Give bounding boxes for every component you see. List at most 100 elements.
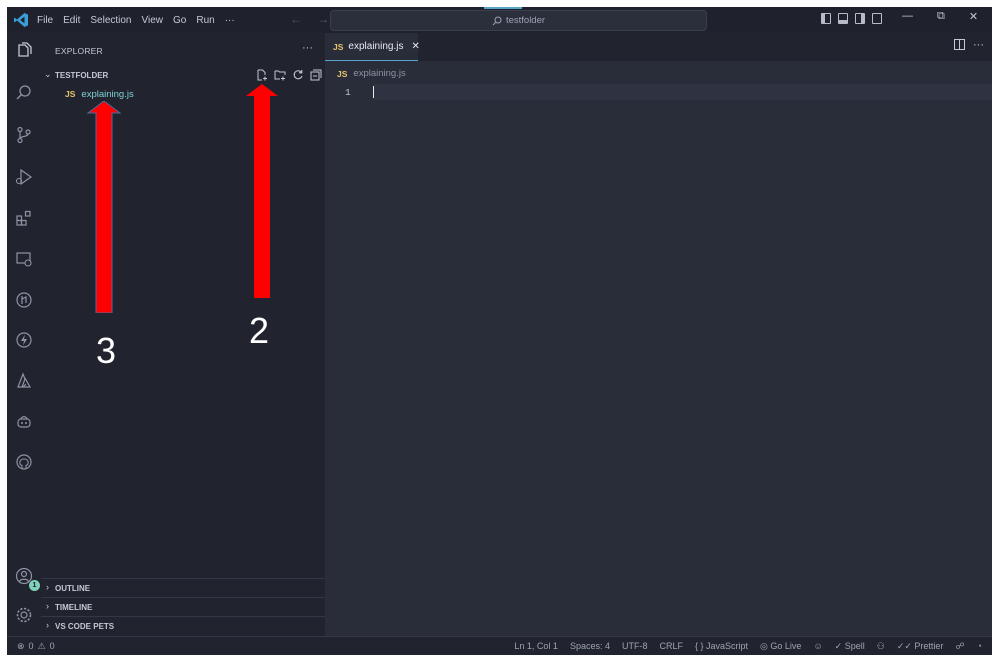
warning-count: 0 <box>49 641 55 651</box>
js-file-icon: JS <box>65 89 76 99</box>
annotation-arrow-2 <box>246 84 278 298</box>
menu-go[interactable]: Go <box>173 15 186 26</box>
extensions-icon[interactable] <box>14 208 34 228</box>
customize-layout-icon[interactable] <box>872 13 882 24</box>
explorer-more-button[interactable]: ··· <box>302 42 313 54</box>
menu-more[interactable]: ··· <box>225 15 235 26</box>
explorer-sidebar: EXPLORER ··· ⌄ TESTFOLDER JS explaining.… <box>41 33 325 636</box>
menu-bar: File Edit Selection View Go Run ··· <box>37 7 235 33</box>
files-icon[interactable] <box>14 41 34 61</box>
notifications-bell-icon[interactable]: ◔ <box>977 641 982 652</box>
settings-gear-icon[interactable] <box>14 605 34 625</box>
breadcrumb: JS explaining.js <box>337 68 406 79</box>
timeline-panel-header[interactable]: › TIMELINE <box>41 597 325 616</box>
run-debug-icon[interactable] <box>14 167 34 187</box>
outline-panel-header[interactable]: › OUTLINE <box>41 578 325 597</box>
check-icon: ✓ <box>834 641 843 651</box>
minimize-button[interactable]: — <box>902 10 913 23</box>
go-live-button[interactable]: ◎ Go Live <box>760 641 801 652</box>
js-file-icon: JS <box>333 41 344 52</box>
folder-row[interactable]: ⌄ TESTFOLDER <box>41 69 325 83</box>
menu-edit[interactable]: Edit <box>63 15 80 26</box>
nav-arrows[interactable]: ← → <box>290 12 335 26</box>
copilot-icon[interactable] <box>14 411 34 431</box>
restore-button[interactable]: ⧉ <box>937 10 945 23</box>
editor-more-button[interactable]: ··· <box>973 39 984 51</box>
layout-controls <box>821 13 882 24</box>
indentation[interactable]: Spaces: 4 <box>570 641 610 652</box>
status-right: Ln 1, Col 1 Spaces: 4 UTF-8 CRLF { } Jav… <box>514 641 982 652</box>
double-check-icon: ✓✓ <box>896 641 912 651</box>
chevron-right-icon: › <box>46 582 49 592</box>
vscode-pets-label: VS CODE PETS <box>55 622 115 631</box>
vscode-pets-panel-header[interactable]: › VS CODE PETS <box>41 616 325 635</box>
text-cursor <box>373 86 374 98</box>
search-text: testfolder <box>505 15 546 26</box>
close-button[interactable]: ✕ <box>969 10 978 23</box>
github-icon[interactable] <box>14 452 34 472</box>
spell-label: Spell <box>844 641 865 651</box>
vscode-logo-icon <box>14 13 28 27</box>
thunder-client-icon[interactable] <box>14 330 34 350</box>
go-live-label: Go Live <box>770 641 802 651</box>
breadcrumb-file[interactable]: explaining.js <box>353 68 405 79</box>
remote-explorer-icon[interactable] <box>14 249 34 269</box>
current-line-highlight <box>373 84 992 100</box>
timeline-label: TIMELINE <box>55 603 93 612</box>
file-name: explaining.js <box>81 88 134 100</box>
activity-bar: 1 <box>7 33 41 636</box>
azure-icon[interactable] <box>14 371 34 391</box>
window-controls: — ⧉ ✕ <box>902 10 978 23</box>
command-center-search[interactable]: testfolder <box>330 10 707 31</box>
split-editor-icon[interactable] <box>954 39 965 50</box>
title-bar: File Edit Selection View Go Run ··· ← → … <box>7 7 992 33</box>
source-control-icon[interactable] <box>14 125 34 145</box>
search-icon[interactable] <box>14 83 34 103</box>
search-icon <box>492 16 502 25</box>
tab-explaining-js[interactable]: JS explaining.js ✕ <box>325 33 420 61</box>
tab-label: explaining.js <box>348 41 404 52</box>
annotation-arrow-3 <box>86 101 122 313</box>
menu-run[interactable]: Run <box>196 15 214 26</box>
editor-actions: ··· <box>954 39 984 51</box>
broadcast-icon: ◎ <box>760 641 768 651</box>
problems-indicator[interactable]: ⊗ 0 ⚠ 0 <box>17 641 55 652</box>
file-item-explaining-js[interactable]: JS explaining.js <box>65 87 134 101</box>
gitlens-icon[interactable] <box>14 290 34 310</box>
warning-icon: ⚠ <box>37 641 46 651</box>
chevron-right-icon: › <box>46 620 49 630</box>
new-file-icon[interactable] <box>256 69 268 81</box>
account-badge: 1 <box>29 580 40 591</box>
editor-tab-bar: JS explaining.js ✕ ··· <box>325 33 992 61</box>
folder-actions <box>256 69 322 81</box>
editor-area: JS explaining.js ✕ ··· JS explaining.js … <box>325 33 992 636</box>
toggle-panel-icon[interactable] <box>838 13 848 24</box>
toggle-sidebar-icon[interactable] <box>821 13 831 24</box>
menu-selection[interactable]: Selection <box>90 15 131 26</box>
menu-file[interactable]: File <box>37 15 53 26</box>
toggle-secondary-sidebar-icon[interactable] <box>855 13 865 24</box>
language-mode[interactable]: { } JavaScript <box>695 641 748 652</box>
line-number: 1 <box>345 87 351 98</box>
cursor-position[interactable]: Ln 1, Col 1 <box>514 641 558 652</box>
vscode-window: File Edit Selection View Go Run ··· ← → … <box>7 7 992 655</box>
copilot-status-icon[interactable]: ☺ <box>813 641 822 652</box>
prettier-button[interactable]: ✓✓ Prettier <box>897 641 944 652</box>
menu-view[interactable]: View <box>142 15 164 26</box>
refresh-icon[interactable] <box>292 69 304 81</box>
collapse-all-icon[interactable] <box>310 69 322 81</box>
close-icon[interactable]: ✕ <box>411 41 419 52</box>
error-icon: ⊗ <box>17 641 25 651</box>
language-label: JavaScript <box>706 641 749 651</box>
chevron-right-icon: › <box>46 601 49 611</box>
spell-button[interactable]: ✓ Spell <box>835 641 865 652</box>
annotation-label-3: 3 <box>96 330 117 371</box>
copilot-icon[interactable]: ⚇ <box>877 641 885 652</box>
feedback-icon[interactable]: ☍ <box>955 641 964 652</box>
end-of-line[interactable]: CRLF <box>659 641 683 652</box>
new-folder-icon[interactable] <box>274 69 286 81</box>
outline-label: OUTLINE <box>55 584 91 593</box>
chevron-down-icon: ⌄ <box>44 69 52 79</box>
encoding[interactable]: UTF-8 <box>622 641 648 652</box>
js-file-icon: JS <box>337 68 348 79</box>
